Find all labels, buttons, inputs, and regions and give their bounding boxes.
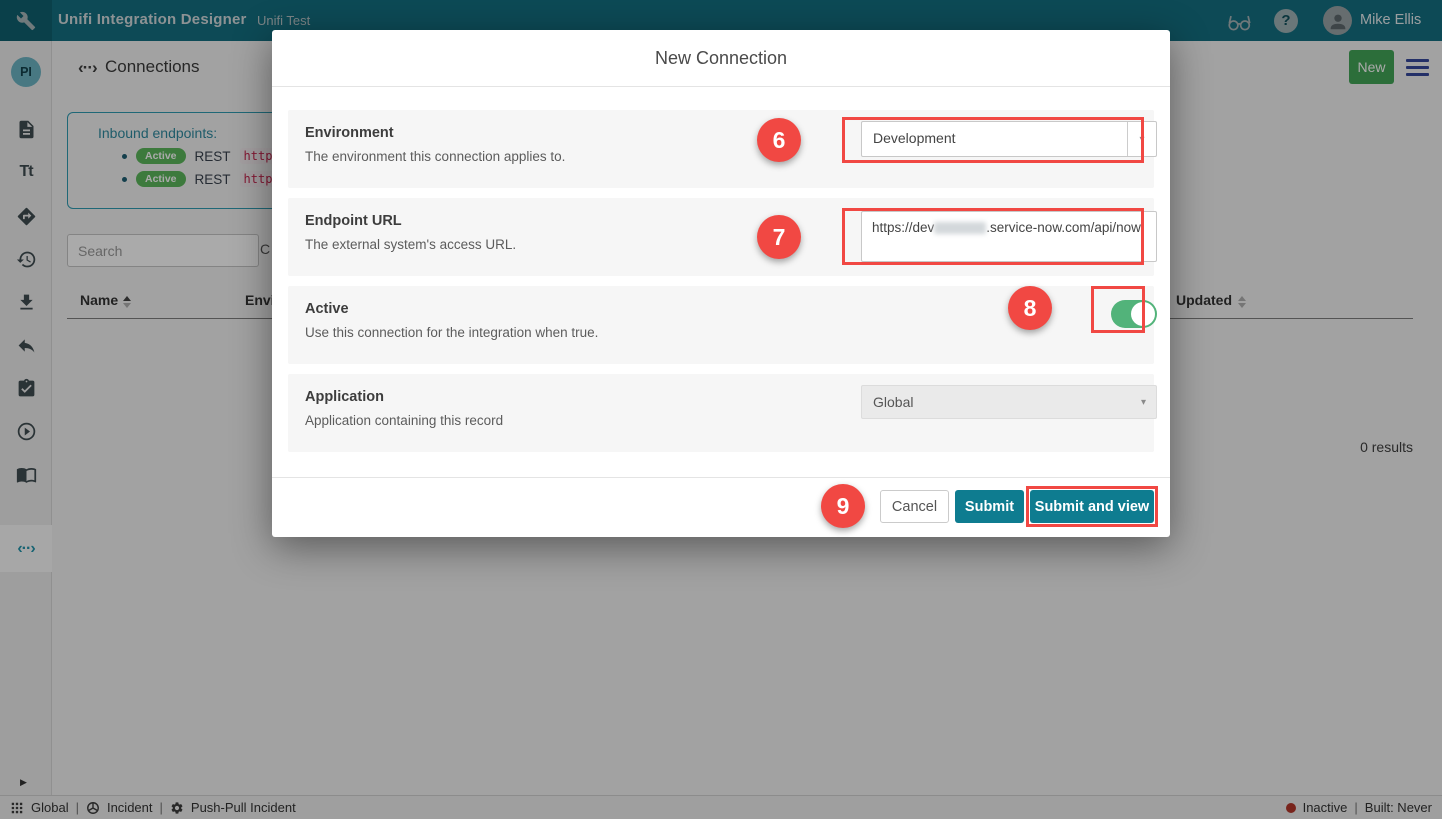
caret-down-icon: ▾: [1141, 397, 1146, 408]
footer-divider: [272, 477, 1170, 478]
annotation-circle-7: 7: [757, 215, 801, 259]
field-label: Environment: [305, 125, 394, 141]
field-label: Application: [305, 389, 384, 405]
field-row-application: Application Application containing this …: [288, 374, 1154, 452]
field-label: Active: [305, 301, 349, 317]
field-description: The environment this connection applies …: [305, 149, 565, 164]
new-connection-modal: New Connection Environment The environme…: [272, 30, 1170, 537]
modal-header: New Connection: [272, 30, 1170, 87]
highlight-box-environment: [842, 117, 1144, 163]
annotation-circle-8: 8: [1008, 286, 1052, 330]
field-label: Endpoint URL: [305, 213, 402, 229]
annotation-circle-6: 6: [757, 118, 801, 162]
submit-button[interactable]: Submit: [955, 490, 1024, 523]
application-select: Global ▾: [861, 385, 1157, 419]
cancel-button[interactable]: Cancel: [880, 490, 949, 523]
select-value: Global: [873, 394, 913, 410]
modal-title: New Connection: [272, 30, 1170, 87]
screen: Unifi Integration Designer Unifi Test ? …: [0, 0, 1442, 819]
highlight-box-submit-and-view: [1026, 486, 1158, 527]
annotation-circle-9: 9: [821, 484, 865, 528]
field-description: The external system's access URL.: [305, 237, 516, 252]
field-description: Application containing this record: [305, 413, 503, 428]
field-description: Use this connection for the integration …: [305, 325, 598, 340]
highlight-box-endpoint-url: [842, 208, 1144, 265]
highlight-box-active-toggle: [1091, 286, 1145, 333]
